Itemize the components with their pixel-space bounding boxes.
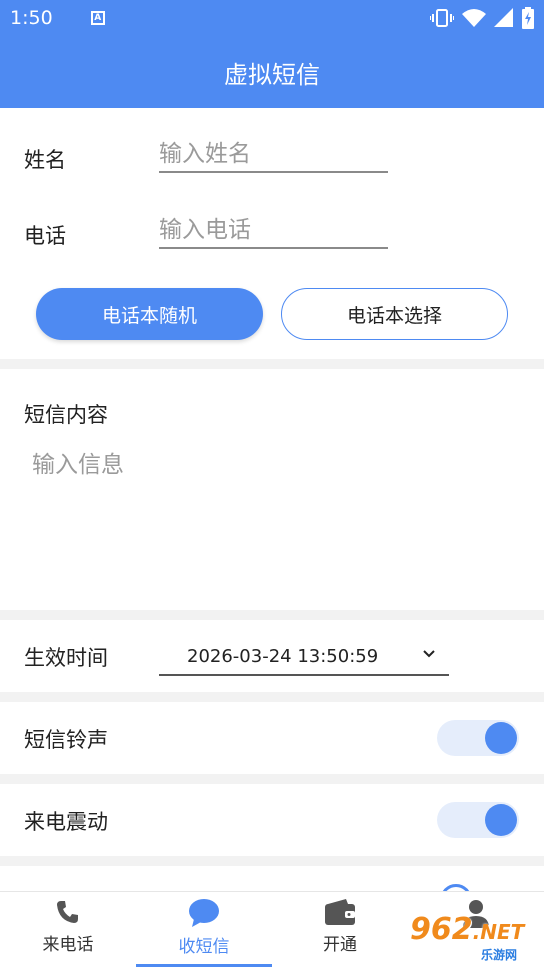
name-input[interactable]	[159, 137, 388, 173]
watermark-sub: 乐游网	[478, 946, 521, 963]
status-icons	[430, 7, 534, 29]
message-input[interactable]	[32, 445, 512, 585]
effective-time-row: 生效时间 2026-03-24 13:50:59	[0, 620, 544, 692]
wifi-icon	[462, 9, 486, 27]
nav-item-receive-sms[interactable]: 收短信	[136, 892, 272, 967]
nav-label: 来电话	[42, 935, 94, 955]
datetime-select[interactable]: 2026-03-24 13:50:59	[159, 638, 449, 676]
phonebook-select-button[interactable]: 电话本选择	[281, 288, 508, 340]
sms-ringtone-row: 短信铃声	[0, 702, 544, 774]
app-bar: 虚拟短信	[0, 36, 544, 108]
datetime-value: 2026-03-24 13:50:59	[187, 645, 379, 667]
phone-label: 电话	[24, 224, 66, 248]
effective-time-label: 生效时间	[24, 646, 108, 670]
phone-input[interactable]	[159, 213, 388, 249]
toggle-knob	[485, 804, 517, 836]
chat-bubble-icon	[189, 899, 219, 927]
nav-item-activate[interactable]: 开通	[272, 892, 408, 967]
status-time: 1:50	[10, 7, 53, 29]
wallet-icon	[325, 899, 355, 925]
toggle-knob	[485, 722, 517, 754]
watermark-logo: 962.NET 乐游网	[400, 908, 544, 964]
name-label: 姓名	[24, 148, 66, 172]
message-card: 短信内容	[0, 369, 544, 610]
status-bar: 1:50 A	[0, 0, 544, 36]
nav-label: 收短信	[178, 937, 230, 957]
call-vibration-row: 来电震动	[0, 784, 544, 856]
nav-label: 开通	[323, 935, 357, 955]
vibrate-icon	[430, 9, 454, 27]
sms-ringtone-label: 短信铃声	[24, 728, 108, 752]
message-label: 短信内容	[24, 403, 108, 427]
contact-card: 姓名 电话 电话本随机 电话本选择	[0, 108, 544, 359]
sms-ringtone-toggle[interactable]	[437, 720, 519, 756]
battery-charging-icon	[522, 7, 534, 29]
call-vibration-label: 来电震动	[24, 810, 108, 834]
page-title: 虚拟短信	[224, 60, 320, 89]
a-icon: A	[90, 11, 105, 25]
call-vibration-toggle[interactable]	[437, 802, 519, 838]
phone-icon	[57, 901, 78, 923]
nav-item-incoming-call[interactable]: 来电话	[0, 892, 136, 967]
chevron-down-icon	[423, 650, 435, 658]
signal-icon	[494, 8, 513, 27]
watermark-text: 962.NET	[410, 912, 525, 947]
phonebook-random-button[interactable]: 电话本随机	[36, 288, 263, 340]
